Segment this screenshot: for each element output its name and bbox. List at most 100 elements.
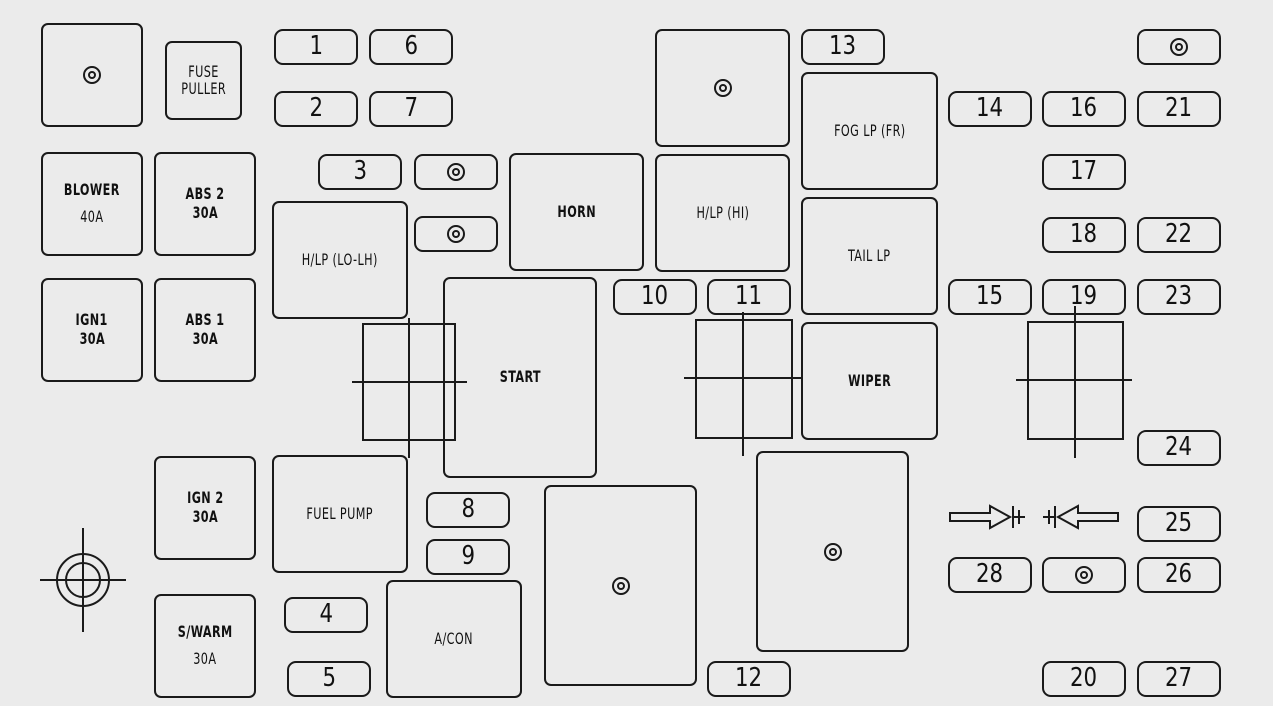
fuse-16: 16 xyxy=(1042,91,1126,127)
relay-a-con: A/CON xyxy=(386,580,522,698)
fuse-23: 23 xyxy=(1137,279,1221,315)
fuse-17-label: 17 xyxy=(1070,156,1098,187)
relay-wiper: WIPER xyxy=(801,322,938,440)
relay-s-warm-label: S/WARM xyxy=(177,622,233,642)
fuse-28-label: 28 xyxy=(976,559,1004,590)
fuse-16-label: 16 xyxy=(1070,93,1098,124)
bolt-terminal-3 xyxy=(1137,29,1221,65)
relay-horn-label: HORN xyxy=(557,201,596,221)
fuse-5: 5 xyxy=(287,661,371,697)
relay-ign1: IGN1 30A xyxy=(41,278,143,382)
relay-abs1-label: ABS 1 xyxy=(185,310,225,330)
mount-crosshair-center xyxy=(684,312,802,456)
fuse-27-label: 27 xyxy=(1165,663,1193,694)
relay-s-warm-amp: 30A xyxy=(193,649,217,668)
fuse-26-label: 26 xyxy=(1165,559,1193,590)
fuse-9-label: 9 xyxy=(461,541,475,572)
bolt-icon xyxy=(611,576,630,595)
fuse-20-label: 20 xyxy=(1070,663,1098,694)
relay-fog-lp-fr-label: FOG LP (FR) xyxy=(833,120,906,140)
relay-start: START xyxy=(443,277,597,478)
diode-forward-icon xyxy=(949,504,1025,530)
fuse-22: 22 xyxy=(1137,217,1221,253)
relay-a-con-label: A/CON xyxy=(434,628,474,648)
bolt-icon xyxy=(447,163,465,181)
fuse-2: 2 xyxy=(274,91,358,127)
fuse-4-label: 4 xyxy=(319,599,333,630)
relay-abs1-amp: 30A xyxy=(192,329,218,348)
relay-hlp-lo-lh: H/LP (LO-LH) xyxy=(272,201,408,319)
fuse-20: 20 xyxy=(1042,661,1126,697)
relay-start-label: START xyxy=(499,367,541,387)
fuse-5-label: 5 xyxy=(322,663,336,694)
fuse-11-label: 11 xyxy=(735,281,763,312)
fuse-10-label: 10 xyxy=(641,281,669,312)
fuse-box-diagram: FUSE PULLER BLOWER 40A ABS 2 30A IGN1 30… xyxy=(0,0,1273,706)
fuse-21: 21 xyxy=(1137,91,1221,127)
fuse-28: 28 xyxy=(948,557,1032,593)
fuse-8: 8 xyxy=(426,492,510,528)
fuse-7-label: 7 xyxy=(404,93,418,124)
relay-s-warm: S/WARM 30A xyxy=(154,594,256,698)
fuse-14: 14 xyxy=(948,91,1032,127)
relay-spare-top-center xyxy=(655,29,790,147)
ground-target-icon xyxy=(40,528,126,632)
fuse-3-label: 3 xyxy=(353,156,367,187)
fuse-puller-label-2: PULLER xyxy=(181,78,226,98)
relay-fuel-pump: FUEL PUMP xyxy=(272,455,408,573)
relay-tail-lp: TAIL LP xyxy=(801,197,938,315)
bolt-icon xyxy=(447,225,465,243)
bolt-icon xyxy=(1170,38,1188,56)
fuse-1-label: 1 xyxy=(309,31,323,62)
relay-tail-lp-label: TAIL LP xyxy=(848,245,891,265)
fuse-8-label: 8 xyxy=(461,494,475,525)
fuse-1: 1 xyxy=(274,29,358,65)
fuse-19: 19 xyxy=(1042,279,1126,315)
fuse-12: 12 xyxy=(707,661,791,697)
fuse-18-label: 18 xyxy=(1070,219,1098,250)
mount-crosshair-right xyxy=(1016,306,1132,458)
relay-abs2-amp: 30A xyxy=(192,203,218,222)
relay-ign1-label: IGN1 xyxy=(75,310,109,330)
fuse-9: 9 xyxy=(426,539,510,575)
fuse-25: 25 xyxy=(1137,506,1221,542)
relay-abs2: ABS 2 30A xyxy=(154,152,256,256)
relay-spare-bottom-right xyxy=(756,451,909,652)
fuse-19-label: 19 xyxy=(1070,281,1098,312)
fuse-24-label: 24 xyxy=(1165,432,1193,463)
relay-abs2-label: ABS 2 xyxy=(185,184,225,204)
fuse-12-label: 12 xyxy=(735,663,763,694)
fuse-10: 10 xyxy=(613,279,697,315)
fuse-15: 15 xyxy=(948,279,1032,315)
relay-hlp-hi-label: H/LP (HI) xyxy=(696,202,749,222)
bolt-icon xyxy=(1075,566,1093,584)
relay-blower-label: BLOWER xyxy=(64,180,120,200)
fuse-24: 24 xyxy=(1137,430,1221,466)
fuse-26: 26 xyxy=(1137,557,1221,593)
fuse-7: 7 xyxy=(369,91,453,127)
fuse-2-label: 2 xyxy=(309,93,323,124)
fuse-puller: FUSE PULLER xyxy=(165,41,242,120)
diode-reverse-icon xyxy=(1043,504,1119,530)
bolt-icon xyxy=(713,79,732,97)
fuse-6-label: 6 xyxy=(404,31,418,62)
bolt-terminal-2 xyxy=(414,216,498,252)
fuse-14-label: 14 xyxy=(976,93,1004,124)
fuse-15-label: 15 xyxy=(976,281,1004,312)
fuse-22-label: 22 xyxy=(1165,219,1193,250)
relay-hlp-hi: H/LP (HI) xyxy=(655,154,790,272)
relay-ign1-amp: 30A xyxy=(79,329,105,348)
relay-ign2-label: IGN 2 xyxy=(186,488,224,508)
fuse-6: 6 xyxy=(369,29,453,65)
fuse-3: 3 xyxy=(318,154,402,190)
fuse-25-label: 25 xyxy=(1165,508,1193,539)
relay-blower-amp: 40A xyxy=(80,207,104,226)
bolt-icon xyxy=(83,66,101,84)
bolt-icon xyxy=(823,542,842,561)
bolt-terminal-1 xyxy=(414,154,498,190)
fuse-13-label: 13 xyxy=(829,31,857,62)
relay-fog-lp-fr: FOG LP (FR) xyxy=(801,72,938,190)
bolt-terminal-4 xyxy=(1042,557,1126,593)
relay-spare-bottom-center xyxy=(544,485,697,686)
fuse-18: 18 xyxy=(1042,217,1126,253)
